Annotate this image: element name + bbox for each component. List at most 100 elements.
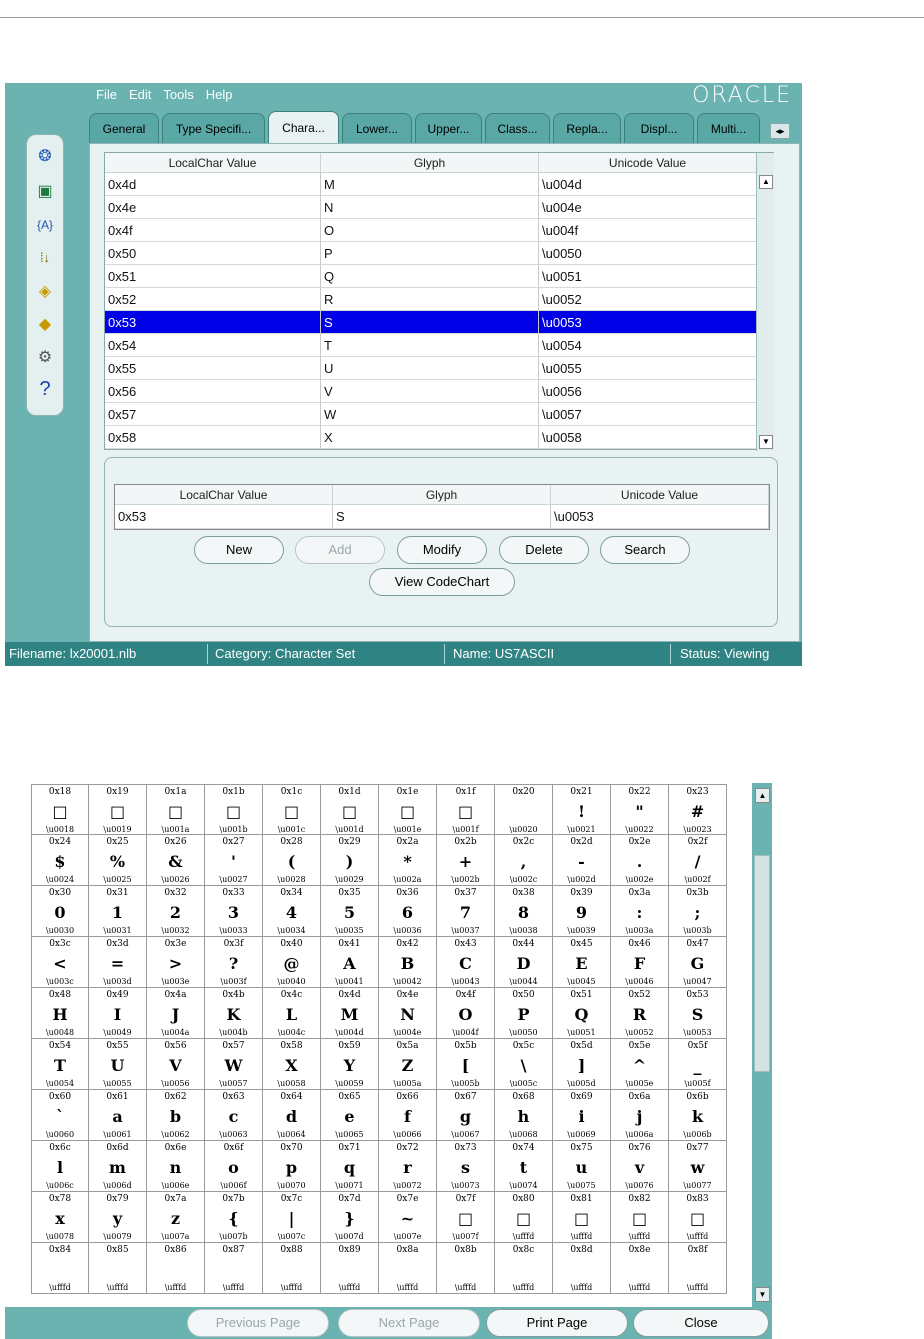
codechart-cell[interactable]: 0x8c \ufffd	[495, 1243, 553, 1294]
tab-general[interactable]: General	[89, 113, 159, 143]
tab-display[interactable]: Displ...	[624, 113, 694, 143]
table-row[interactable]: 0x55 U \u0055	[105, 357, 773, 380]
glyph-field[interactable]: S	[333, 505, 551, 529]
codechart-cell[interactable]: 0x5d] \u005d	[553, 1039, 611, 1090]
codechart-cell[interactable]: 0x6b k \u006b	[669, 1090, 727, 1141]
codechart-cell[interactable]: 0x60 ` \u0060	[31, 1090, 89, 1141]
codechart-cell[interactable]: 0x62 b \u0062	[147, 1090, 205, 1141]
codechart-cell[interactable]: 0x51 Q \u0051	[553, 988, 611, 1039]
codechart-cell[interactable]: 0x72 r \u0072	[379, 1141, 437, 1192]
codechart-cell[interactable]: 0x65 e \u0065	[321, 1090, 379, 1141]
codechart-cell[interactable]: 0x3c < \u003c	[31, 937, 89, 988]
tab-lower[interactable]: Lower...	[342, 113, 412, 143]
table-row[interactable]: 0x4d M \u004d	[105, 173, 773, 196]
codechart-cell[interactable]: 0x8b \ufffd	[437, 1243, 495, 1294]
codechart-cell[interactable]: 0x2c, \u002c	[495, 835, 553, 886]
codechart-cell[interactable]: 0x4a J \u004a	[147, 988, 205, 1039]
codechart-cell[interactable]: 0x52 R \u0052	[611, 988, 669, 1039]
scroll-down-icon[interactable]: ▼	[755, 1287, 770, 1302]
codechart-cell[interactable]: 0x4b K \u004b	[205, 988, 263, 1039]
codechart-cell[interactable]: 0x5f _ \u005f	[669, 1039, 727, 1090]
codechart-cell[interactable]: 0x49 I \u0049	[89, 988, 147, 1039]
codechart-cell[interactable]: 0x47 G \u0047	[669, 937, 727, 988]
table-row[interactable]: 0x58 X \u0058	[105, 426, 773, 449]
codechart-cell[interactable]: 0x71 q \u0071	[321, 1141, 379, 1192]
help-icon[interactable]: ?	[27, 377, 63, 401]
codechart-cell[interactable]: 0x4f O \u004f	[437, 988, 495, 1039]
codechart-cell[interactable]: 0x8f \ufffd	[669, 1243, 727, 1294]
codechart-cell[interactable]: 0x35 5 \u0035	[321, 886, 379, 937]
codechart-cell[interactable]: 0x45 E \u0045	[553, 937, 611, 988]
codechart-cell[interactable]: 0x29) \u0029	[321, 835, 379, 886]
codechart-cell[interactable]: 0x33 3 \u0033	[205, 886, 263, 937]
codechart-cell[interactable]: 0x32 2 \u0032	[147, 886, 205, 937]
codechart-cell[interactable]: 0x88 \ufffd	[263, 1243, 321, 1294]
export-icon[interactable]: ▣	[27, 180, 63, 204]
codechart-cell[interactable]: 0x77 w \u0077	[669, 1141, 727, 1192]
codechart-cell[interactable]: 0x61 a \u0061	[89, 1090, 147, 1141]
codechart-cell[interactable]: 0x66 f \u0066	[379, 1090, 437, 1141]
codechart-cell[interactable]: 0x28 (\u0028	[263, 835, 321, 886]
codechart-cell[interactable]: 0x1b □ \u001b	[205, 784, 263, 835]
codechart-cell[interactable]: 0x8d \ufffd	[553, 1243, 611, 1294]
codechart-cell[interactable]: 0x2b + \u002b	[437, 835, 495, 886]
sort-icon[interactable]: ⁞↓	[27, 246, 63, 270]
column-localchar[interactable]: LocalChar Value	[105, 153, 321, 173]
column-unicode[interactable]: Unicode Value	[539, 153, 757, 173]
menu-tools[interactable]: Tools	[163, 87, 193, 107]
codechart-cell[interactable]: 0x5a Z \u005a	[379, 1039, 437, 1090]
codechart-cell[interactable]: 0x59 Y \u0059	[321, 1039, 379, 1090]
view-codechart-button[interactable]: View CodeChart	[369, 568, 515, 596]
codechart-cell[interactable]: 0x4d M \u004d	[321, 988, 379, 1039]
codechart-cell[interactable]: 0x6f o \u006f	[205, 1141, 263, 1192]
table-row[interactable]: 0x54 T \u0054	[105, 334, 773, 357]
codechart-cell[interactable]: 0x6a j \u006a	[611, 1090, 669, 1141]
tab-character[interactable]: Chara...	[268, 111, 339, 143]
codechart-cell[interactable]: 0x43 C \u0043	[437, 937, 495, 988]
codechart-cell[interactable]: 0x7e ~ \u007e	[379, 1192, 437, 1243]
column-glyph[interactable]: Glyph	[321, 153, 539, 173]
settings-icon[interactable]: ⚙	[27, 346, 63, 370]
codechart-cell[interactable]: 0x8e \ufffd	[611, 1243, 669, 1294]
codechart-cell[interactable]: 0x81 □ \ufffd	[553, 1192, 611, 1243]
tab-class[interactable]: Class...	[485, 113, 550, 143]
menu-help[interactable]: Help	[206, 87, 233, 107]
codechart-cell[interactable]: 0x67 g \u0067	[437, 1090, 495, 1141]
codechart-cell[interactable]: 0x26 & \u0026	[147, 835, 205, 886]
modify-button[interactable]: Modify	[397, 536, 487, 564]
codechart-cell[interactable]: 0x84 \ufffd	[31, 1243, 89, 1294]
codechart-cell[interactable]: 0x53 S \u0053	[669, 988, 727, 1039]
codechart-cell[interactable]: 0x7c | \u007c	[263, 1192, 321, 1243]
codechart-cell[interactable]: 0x89 \ufffd	[321, 1243, 379, 1294]
user-info-icon[interactable]: ❂	[27, 145, 63, 169]
close-button[interactable]: Close	[633, 1309, 769, 1337]
codechart-cell[interactable]: 0x38 8 \u0038	[495, 886, 553, 937]
codechart-cell[interactable]: 0x75 u \u0075	[553, 1141, 611, 1192]
codechart-cell[interactable]: 0x5e ^ \u005e	[611, 1039, 669, 1090]
codechart-cell[interactable]: 0x50 P \u0050	[495, 988, 553, 1039]
codechart-cell[interactable]: 0x34 4 \u0034	[263, 886, 321, 937]
codechart-cell[interactable]: 0x7b {\u007b	[205, 1192, 263, 1243]
add-button[interactable]: Add	[295, 536, 385, 564]
table-row[interactable]: 0x53 S \u0053	[105, 311, 773, 334]
codechart-cell[interactable]: 0x20 \u0020	[495, 784, 553, 835]
codechart-cell[interactable]: 0x31 1 \u0031	[89, 886, 147, 937]
codechart-cell[interactable]: 0x76 v \u0076	[611, 1141, 669, 1192]
codechart-cell[interactable]: 0x7a z \u007a	[147, 1192, 205, 1243]
codechart-cell[interactable]: 0x79 y \u0079	[89, 1192, 147, 1243]
codechart-cell[interactable]: 0x37 7 \u0037	[437, 886, 495, 937]
codechart-cell[interactable]: 0x58 X \u0058	[263, 1039, 321, 1090]
scroll-up-icon[interactable]: ▲	[759, 175, 773, 189]
codechart-cell[interactable]: 0x80 □ \ufffd	[495, 1192, 553, 1243]
codechart-cell[interactable]: 0x2a * \u002a	[379, 835, 437, 886]
codechart-cell[interactable]: 0x2e. \u002e	[611, 835, 669, 886]
table-scrollbar[interactable]: ▲ ▼	[756, 153, 774, 451]
codechart-cell[interactable]: 0x39 9 \u0039	[553, 886, 611, 937]
codechart-cell[interactable]: 0x55 U \u0055	[89, 1039, 147, 1090]
table-row[interactable]: 0x4f O \u004f	[105, 219, 773, 242]
codechart-cell[interactable]: 0x40 @ \u0040	[263, 937, 321, 988]
variable-icon[interactable]: {A}	[27, 213, 63, 237]
codechart-cell[interactable]: 0x25% \u0025	[89, 835, 147, 886]
codechart-cell[interactable]: 0x30 0 \u0030	[31, 886, 89, 937]
codechart-cell[interactable]: 0x82 □ \ufffd	[611, 1192, 669, 1243]
